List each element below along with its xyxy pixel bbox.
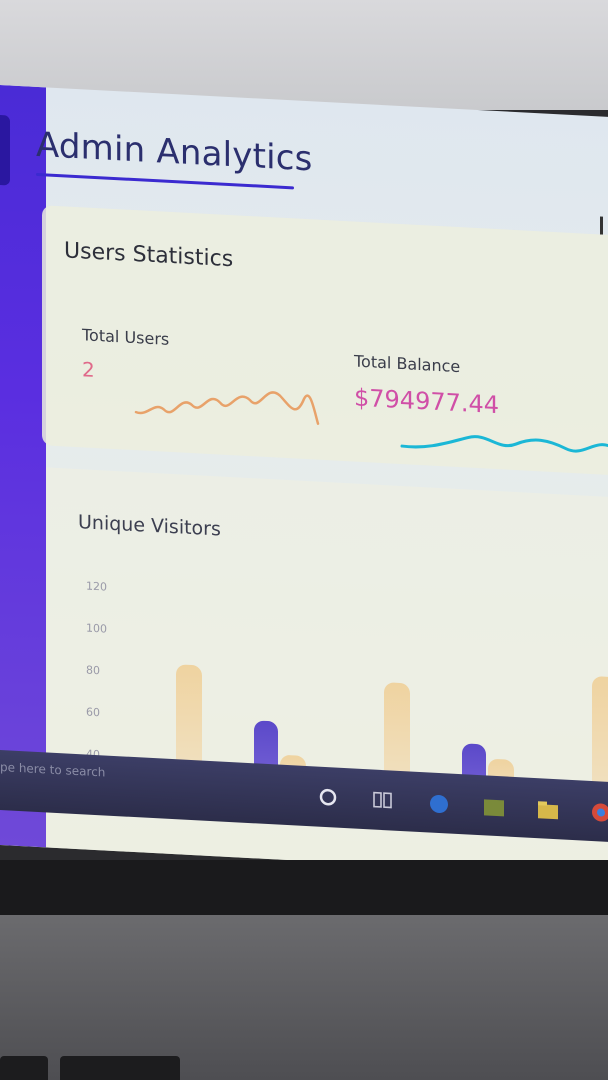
y-tick-label: 120 <box>86 579 107 594</box>
page-title: Admin Analytics <box>36 124 313 180</box>
cortana-circle-icon[interactable] <box>318 787 338 808</box>
total-users-label: Total Users <box>82 325 170 349</box>
sidebar-rail[interactable] <box>0 85 46 848</box>
keyboard-key <box>60 1056 180 1080</box>
store-icon[interactable] <box>482 795 506 818</box>
edge-icon-fragment <box>600 216 603 235</box>
total-users-value: 2 <box>82 357 95 382</box>
total-balance-label: Total Balance <box>354 351 461 377</box>
chart-title: Unique Visitors <box>78 511 221 541</box>
chrome-icon[interactable] <box>590 801 608 824</box>
monitor-bezel <box>0 860 608 920</box>
balance-sparkline-path <box>400 435 608 453</box>
y-tick-label: 80 <box>86 663 100 678</box>
taskbar-search-input[interactable]: pe here to search <box>0 760 105 780</box>
users-statistics-card: Users Statistics Total Users 2 Total Bal… <box>42 205 608 477</box>
card-title: Users Statistics <box>64 238 234 273</box>
y-tick-label: 60 <box>86 705 100 720</box>
y-axis: 120100806040 <box>46 467 608 762</box>
file-explorer-icon[interactable] <box>536 798 560 821</box>
y-tick-label: 100 <box>86 621 107 636</box>
users-sparkline-path <box>134 391 320 425</box>
balance-sparkline <box>400 435 608 453</box>
desk-surface <box>0 915 608 1080</box>
edge-icon[interactable] <box>428 792 450 815</box>
users-sparkline <box>134 391 320 425</box>
keyboard-key <box>0 1056 48 1080</box>
sidebar-toggle[interactable] <box>0 115 10 186</box>
task-view-icon[interactable] <box>372 789 394 810</box>
monitor-screen: Admin Analytics Users Statistics Total U… <box>0 85 608 877</box>
